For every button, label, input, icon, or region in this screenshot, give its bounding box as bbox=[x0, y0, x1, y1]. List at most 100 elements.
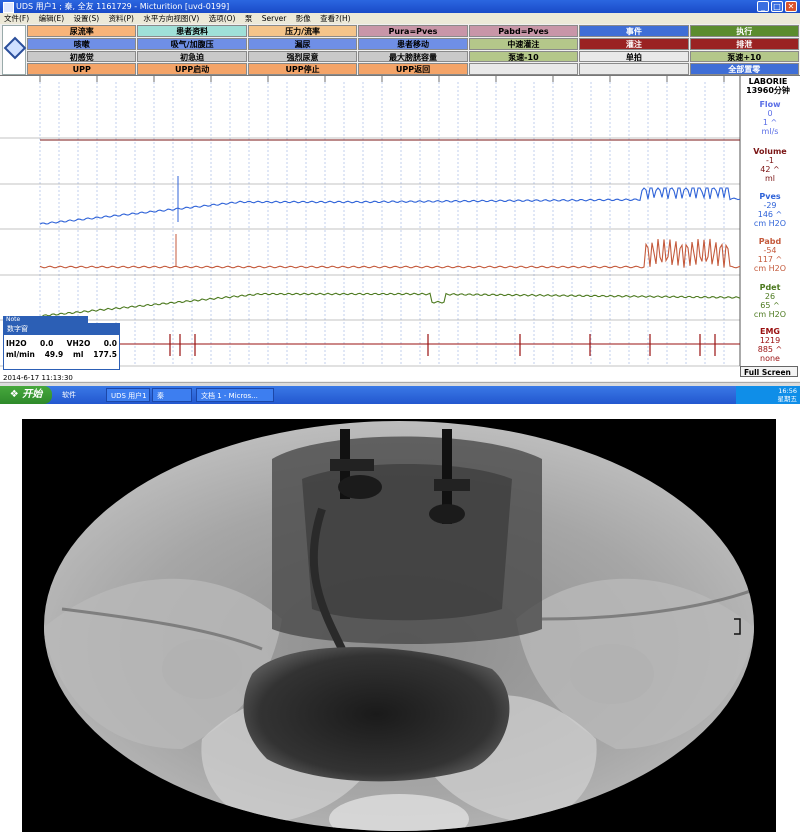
menu-view[interactable]: 水平方向视图(V) bbox=[143, 14, 199, 23]
taskbar-item-uds[interactable]: UDS 用户1 bbox=[106, 388, 150, 402]
menu-options[interactable]: 选项(O) bbox=[209, 14, 236, 23]
control-button[interactable]: 咳嗽 bbox=[27, 37, 137, 50]
readout-label: ml bbox=[73, 350, 84, 359]
pves-trace bbox=[39, 187, 741, 225]
menu-pump[interactable]: 泵 bbox=[245, 14, 253, 23]
voiding-cystourethrogram-image bbox=[22, 419, 776, 832]
control-button[interactable]: 患者资料 bbox=[137, 25, 247, 37]
control-button-grid: 尿流率 患者资料 压力/流率 Pura=Pves Pabd=Pves 事件 执行咳嗽 吸气/加… bbox=[27, 25, 799, 75]
channel-label-pabd: Pabd -54 117 ^ cm H2O bbox=[745, 237, 795, 273]
menu-image[interactable]: 影像 bbox=[296, 14, 311, 23]
control-button[interactable]: UPP返回 bbox=[358, 63, 468, 75]
taskbar-item-patient[interactable]: 秦 bbox=[152, 388, 192, 402]
channel-value: 1219 bbox=[759, 336, 781, 345]
readout-table: IH2O 0.0 VH2O 0.0 ml/min 49.9 ml 177.5 bbox=[4, 338, 119, 360]
readout-row: IH2O 0.0 VH2O 0.0 bbox=[4, 338, 119, 349]
control-button[interactable]: 中速灌注 bbox=[468, 37, 579, 50]
recording-timestamp: 2014-6-17 11:13:30 bbox=[3, 374, 73, 382]
control-button[interactable]: 全部置零 bbox=[689, 63, 799, 75]
channel-scale: 885 ^ bbox=[757, 345, 783, 354]
control-button[interactable]: UPP bbox=[27, 63, 137, 75]
tray-day: 星期五 bbox=[777, 395, 798, 403]
channel-scale: 65 ^ bbox=[760, 301, 780, 310]
control-button[interactable]: 压力/流率 bbox=[247, 25, 358, 37]
urodynamic-trace-area bbox=[0, 75, 800, 381]
readout-value: 177.5 bbox=[93, 350, 117, 359]
menu-help[interactable]: 查看?(H) bbox=[320, 14, 350, 23]
pabd-trace bbox=[39, 238, 741, 269]
app-icon bbox=[3, 2, 14, 13]
close-button[interactable]: ✕ bbox=[785, 1, 797, 12]
control-button[interactable]: UPP停止 bbox=[247, 63, 358, 75]
menu-profile[interactable]: 资料(P) bbox=[109, 14, 134, 23]
control-button[interactable]: 最大膀胱容量 bbox=[358, 50, 468, 63]
control-button[interactable]: 事件 bbox=[579, 25, 689, 37]
control-button[interactable]: 单拍 bbox=[579, 50, 689, 63]
readout-value: 0.0 bbox=[40, 339, 54, 348]
full-screen-dropdown[interactable]: Full Screen ▾ bbox=[740, 366, 798, 388]
control-button[interactable]: 灌注 bbox=[579, 37, 689, 50]
channel-label-flow: Flow 0 1 ^ ml/s bbox=[745, 100, 795, 136]
readout-panel-title[interactable]: 数字窗 bbox=[4, 324, 119, 335]
control-button[interactable]: 初急迫 bbox=[137, 50, 247, 63]
channel-unit: ml bbox=[764, 174, 775, 183]
menu-settings[interactable]: 设置(S) bbox=[74, 14, 100, 23]
windows-logo-icon: ❖ bbox=[9, 389, 19, 400]
channel-name: Pves bbox=[759, 192, 781, 201]
taskbar-item-software[interactable]: 软件 bbox=[58, 388, 100, 402]
control-button[interactable] bbox=[468, 63, 579, 75]
taskbar-item-document[interactable]: 文档 1 - Micros... bbox=[196, 388, 274, 402]
control-button[interactable]: 尿流率 bbox=[27, 25, 137, 37]
start-label: 开始 bbox=[22, 389, 43, 400]
title-bar[interactable]: UDS 用户1 ; 秦, 全友 1161729 - Micturition [u… bbox=[0, 0, 800, 13]
start-button[interactable]: ❖ 开始 bbox=[0, 386, 52, 404]
minimize-button[interactable]: _ bbox=[757, 1, 769, 12]
menu-bar: 文件(F) 编辑(E) 设置(S) 资料(P) 水平方向视图(V) 选项(O) … bbox=[0, 13, 800, 24]
control-button[interactable]: Pabd=Pves bbox=[468, 25, 579, 37]
channel-name: Volume bbox=[753, 147, 787, 156]
channel-unit: ml/s bbox=[761, 127, 779, 136]
control-button[interactable]: 初感觉 bbox=[27, 50, 137, 63]
channel-name: Pabd bbox=[758, 237, 782, 246]
readout-row: ml/min 49.9 ml 177.5 bbox=[4, 349, 119, 360]
laborie-logo bbox=[2, 25, 27, 75]
readout-label: VH2O bbox=[66, 339, 91, 348]
maximize-button[interactable]: □ bbox=[771, 1, 783, 12]
tray-clock: 16:56 bbox=[778, 387, 797, 395]
menu-file[interactable]: 文件(F) bbox=[4, 14, 29, 23]
channel-scale: 146 ^ bbox=[757, 210, 783, 219]
control-button[interactable]: 强烈尿意 bbox=[247, 50, 358, 63]
readout-value: 0.0 bbox=[103, 339, 117, 348]
control-button[interactable]: 吸气/加腹压 bbox=[137, 37, 247, 50]
channel-scale: 42 ^ bbox=[760, 165, 780, 174]
channel-scale: 1 ^ bbox=[762, 118, 778, 127]
application-window: UDS 用户1 ; 秦, 全友 1161729 - Micturition [u… bbox=[0, 0, 800, 404]
readout-value: 49.9 bbox=[44, 350, 64, 359]
channel-label-volume: Volume -1 42 ^ ml bbox=[745, 147, 795, 183]
laborie-brand: LABORIE bbox=[748, 77, 788, 86]
menu-server[interactable]: Server bbox=[262, 14, 287, 23]
control-button[interactable] bbox=[579, 63, 689, 75]
numeric-readout-panel[interactable]: 数字窗 IH2O 0.0 VH2O 0.0 ml/min 49.9 ml 177… bbox=[3, 323, 120, 370]
menu-edit[interactable]: 编辑(E) bbox=[39, 14, 65, 23]
windows-taskbar: ❖ 开始 软件 UDS 用户1 秦 文档 1 - Micros... 16:56… bbox=[0, 386, 800, 404]
laborie-time-label: LABORIE 13960分钟 bbox=[738, 77, 798, 95]
elapsed-minutes: 13960分钟 bbox=[746, 86, 790, 95]
channel-label-pves: Pves -29 146 ^ cm H2O bbox=[745, 192, 795, 228]
control-button[interactable]: 患者移动 bbox=[358, 37, 468, 50]
control-button[interactable]: 泵速+10 bbox=[689, 50, 799, 63]
channel-unit: cm H2O bbox=[753, 219, 787, 228]
control-button[interactable]: 排泄 bbox=[689, 37, 799, 50]
control-button[interactable]: 泵速-10 bbox=[468, 50, 579, 63]
channel-name: Pdet bbox=[759, 283, 781, 292]
control-button[interactable]: UPP启动 bbox=[137, 63, 247, 75]
channel-value: 26 bbox=[764, 292, 776, 301]
channel-label-pdet: Pdet 26 65 ^ cm H2O bbox=[745, 283, 795, 319]
control-button[interactable]: 执行 bbox=[689, 25, 799, 37]
control-button[interactable]: 漏尿 bbox=[247, 37, 358, 50]
logo-diamond-icon bbox=[3, 36, 27, 60]
control-button[interactable]: Pura=Pves bbox=[358, 25, 468, 37]
channel-unit: cm H2O bbox=[753, 310, 787, 319]
channel-name: Flow bbox=[759, 100, 781, 109]
system-tray: 16:56 星期五 bbox=[736, 386, 800, 404]
